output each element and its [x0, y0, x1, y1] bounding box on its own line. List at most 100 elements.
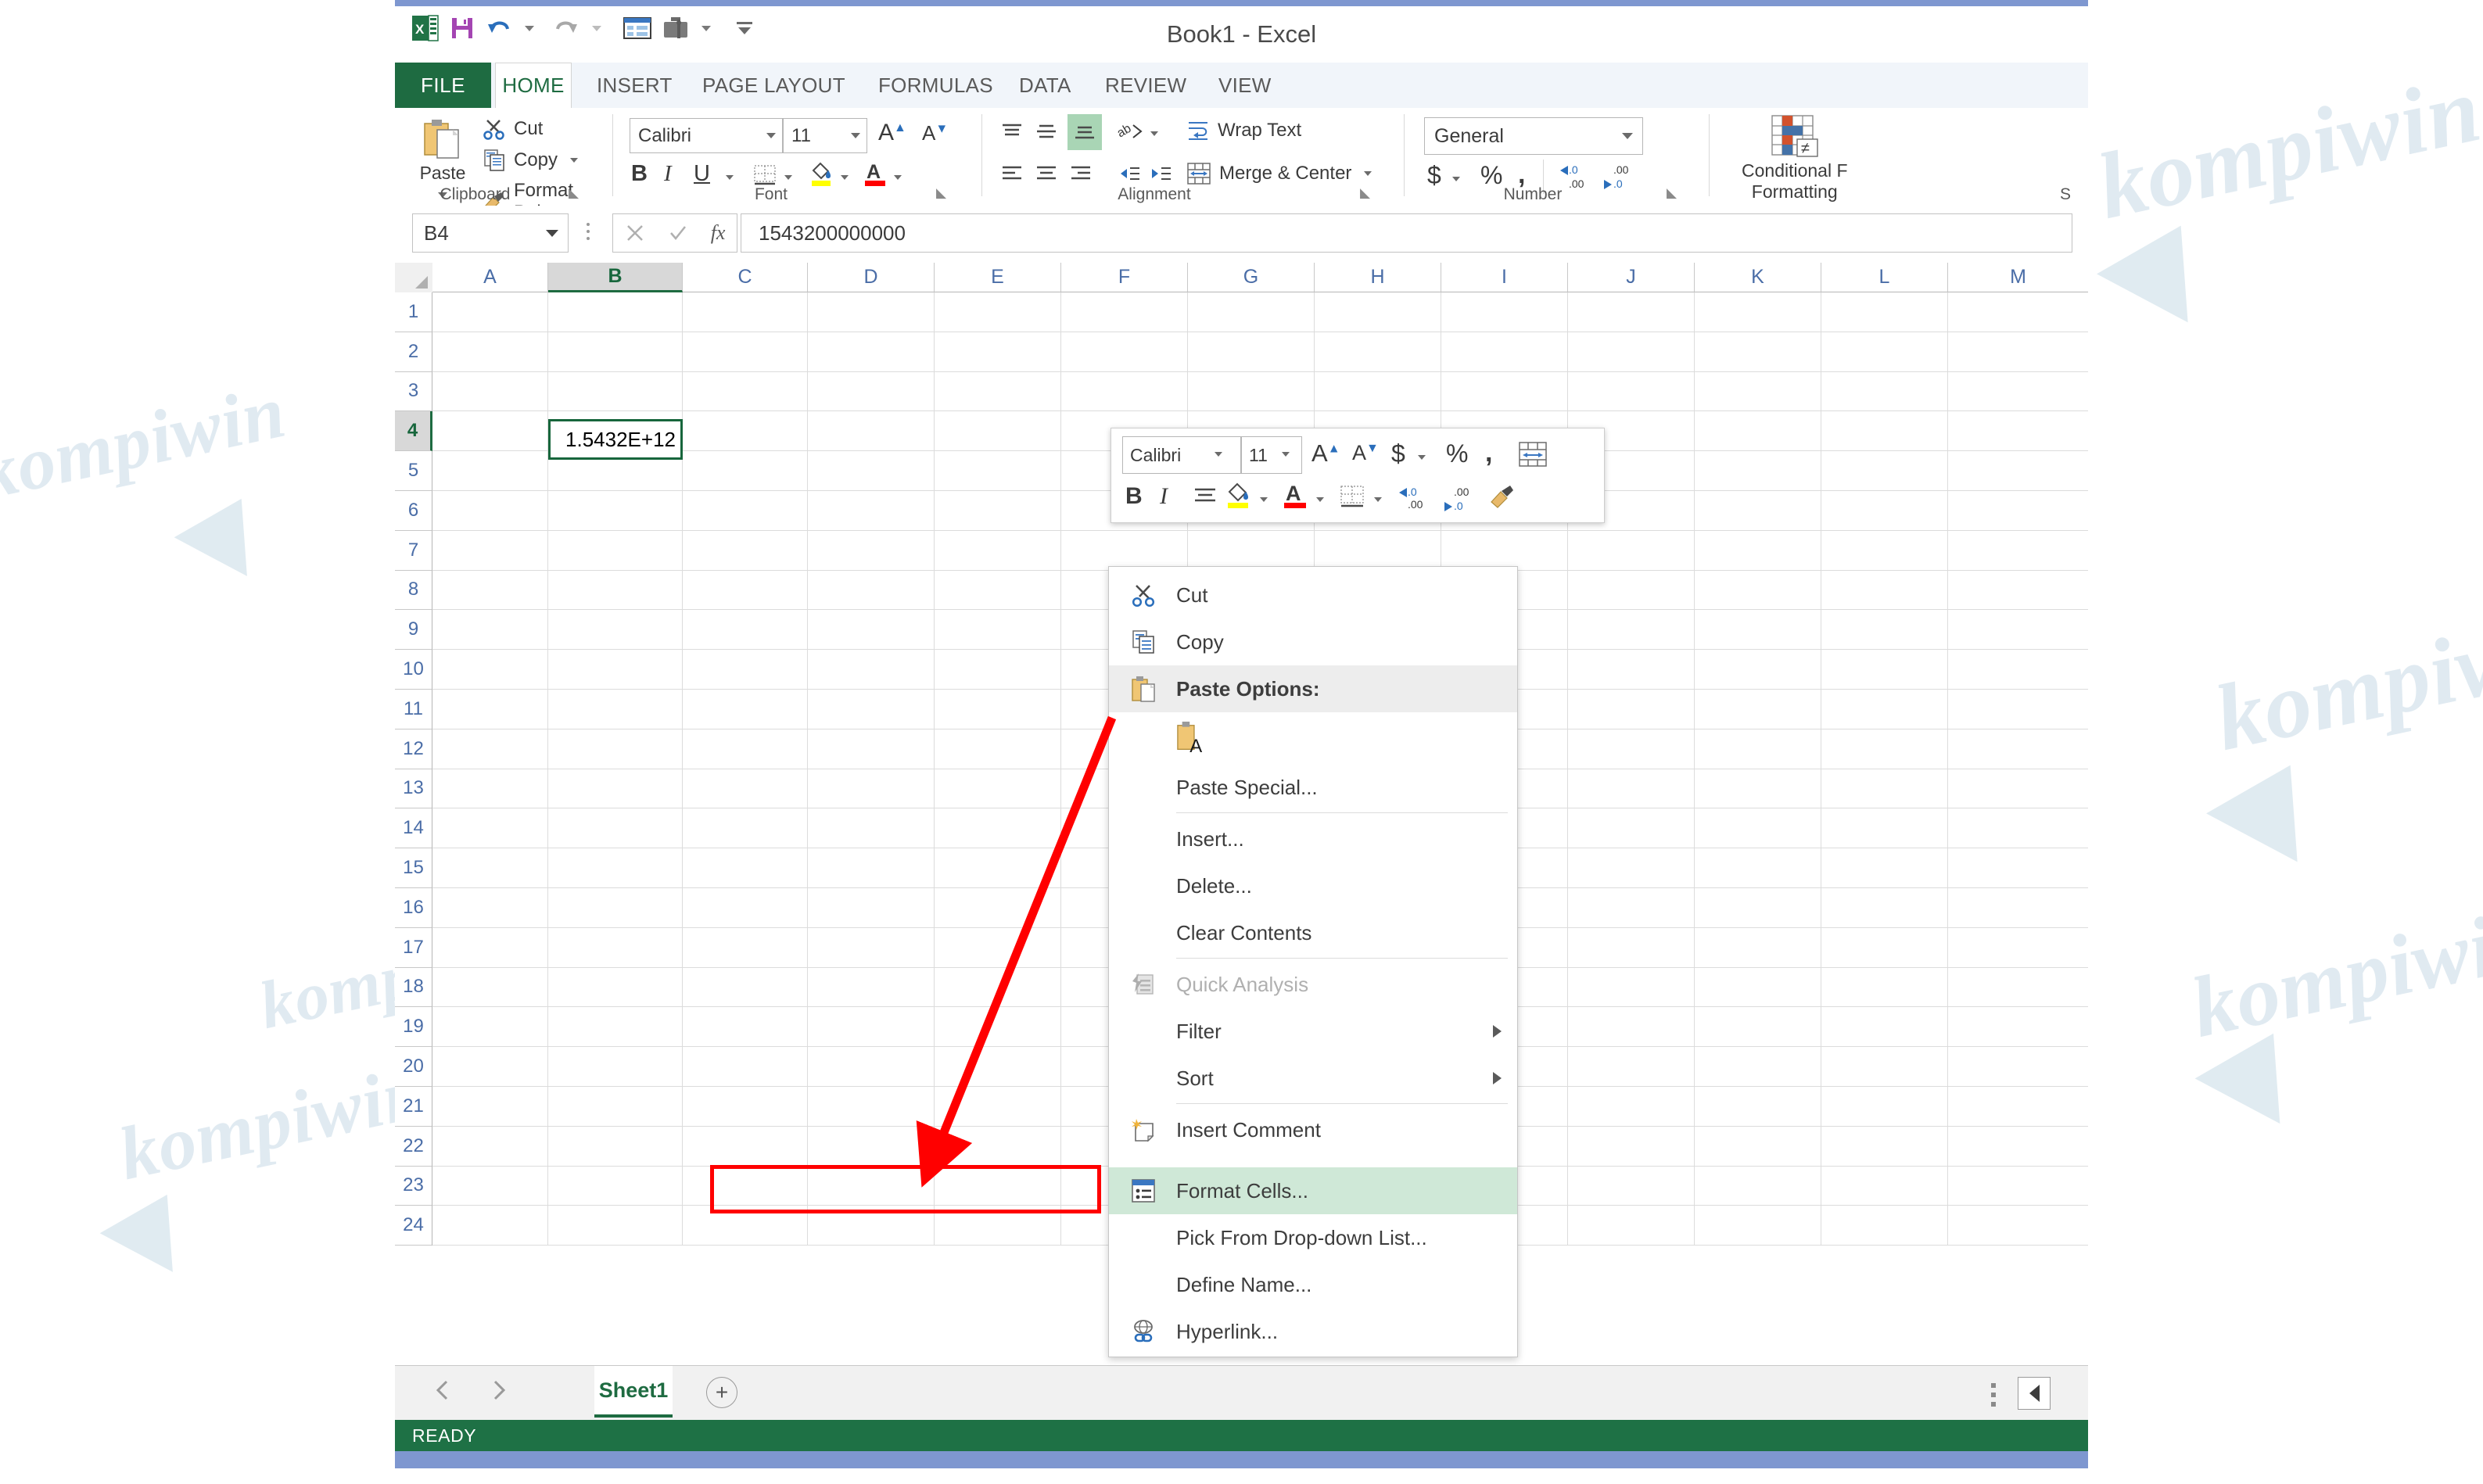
mini-percent-button[interactable]: %: [1446, 439, 1468, 468]
mini-comma-button[interactable]: ,: [1485, 438, 1492, 468]
grid-cell-J3[interactable]: [1568, 371, 1695, 412]
grid-cell-B21[interactable]: [548, 1087, 683, 1127]
mini-bold-button[interactable]: B: [1125, 483, 1143, 510]
decrease-font-size-button[interactable]: A▼: [922, 121, 948, 145]
grid-cell-K10[interactable]: [1695, 650, 1821, 690]
row-header-15[interactable]: 15: [395, 848, 432, 888]
grid-cell-E22[interactable]: [935, 1126, 1061, 1167]
grid-cell-D6[interactable]: [808, 491, 935, 531]
grid-cell-J11[interactable]: [1568, 690, 1695, 729]
grid-cell-F3[interactable]: [1061, 371, 1188, 412]
grid-cell-D7[interactable]: [808, 530, 935, 571]
grid-cell-E21[interactable]: [935, 1087, 1061, 1127]
grid-cell-D9[interactable]: [808, 610, 935, 651]
column-header-K[interactable]: K: [1695, 263, 1821, 292]
grid-cell-J7[interactable]: [1568, 530, 1695, 571]
mini-increase-font-size-button[interactable]: A▲: [1311, 439, 1340, 468]
grid-cell-M3[interactable]: [1948, 371, 2088, 412]
grid-cell-C17[interactable]: [683, 927, 808, 968]
row-header-8[interactable]: 8: [395, 570, 432, 611]
grid-cell-I3[interactable]: [1441, 371, 1568, 412]
column-header-D[interactable]: D: [808, 263, 935, 292]
context-menu-item-delete[interactable]: Delete...: [1109, 862, 1517, 909]
grid-cell-C13[interactable]: [683, 769, 808, 809]
italic-button[interactable]: I: [664, 161, 672, 187]
align-bottom-button[interactable]: [1067, 114, 1102, 150]
grid-cell-J8[interactable]: [1568, 570, 1695, 611]
grid-cell-E19[interactable]: [935, 1007, 1061, 1048]
grid-cell-M1[interactable]: [1948, 292, 2088, 332]
grid-cell-L21[interactable]: [1821, 1087, 1948, 1127]
grid-cell-F1[interactable]: [1061, 292, 1188, 332]
grid-cell-J24[interactable]: [1568, 1206, 1695, 1246]
grid-cell-K24[interactable]: [1695, 1206, 1821, 1246]
grid-cell-A17[interactable]: [432, 927, 548, 968]
grid-cell-L23[interactable]: [1821, 1166, 1948, 1206]
grid-cell-J18[interactable]: [1568, 967, 1695, 1008]
column-header-J[interactable]: J: [1568, 263, 1695, 292]
grid-cell-L17[interactable]: [1821, 927, 1948, 968]
active-cell-B4[interactable]: 1.5432E+12: [548, 419, 683, 460]
grid-cell-D21[interactable]: [808, 1087, 935, 1127]
grid-cell-E6[interactable]: [935, 491, 1061, 531]
grid-cell-C18[interactable]: [683, 967, 808, 1008]
grid-cell-K9[interactable]: [1695, 610, 1821, 651]
right-arrow-icon[interactable]: [490, 1378, 508, 1402]
grid-cell-E18[interactable]: [935, 967, 1061, 1008]
grid-cell-C8[interactable]: [683, 570, 808, 611]
grid-cell-E24[interactable]: [935, 1206, 1061, 1246]
merge-center-button[interactable]: Merge & Center: [1186, 161, 1372, 186]
grid-cell-L1[interactable]: [1821, 292, 1948, 332]
grid-cell-C24[interactable]: [683, 1206, 808, 1246]
grid-cell-A15[interactable]: [432, 848, 548, 888]
grid-cell-C16[interactable]: [683, 888, 808, 928]
row-header-18[interactable]: 18: [395, 967, 432, 1008]
grid-cell-L13[interactable]: [1821, 769, 1948, 809]
grid-cell-D15[interactable]: [808, 848, 935, 888]
grid-cell-I7[interactable]: [1441, 530, 1568, 571]
currency-dropdown-icon[interactable]: [1452, 177, 1460, 181]
grid-cell-A5[interactable]: [432, 451, 548, 491]
grid-cell-E23[interactable]: [935, 1166, 1061, 1206]
row-header-17[interactable]: 17: [395, 927, 432, 968]
grid-cell-C23[interactable]: [683, 1166, 808, 1206]
mini-decrease-font-size-button[interactable]: A▼: [1352, 441, 1379, 465]
context-menu-paste-gallery[interactable]: A: [1109, 712, 1517, 764]
grid-cell-D5[interactable]: [808, 451, 935, 491]
number-dialog-launcher[interactable]: ◣: [1667, 185, 1677, 201]
font-size-combo[interactable]: 11: [783, 118, 867, 153]
grid-cell-J12[interactable]: [1568, 729, 1695, 769]
column-header-B[interactable]: B: [548, 263, 683, 292]
row-header-4[interactable]: 4: [395, 411, 432, 452]
grid-cell-B18[interactable]: [548, 967, 683, 1008]
grid-cell-B16[interactable]: [548, 888, 683, 928]
grid-cell-H7[interactable]: [1315, 530, 1441, 571]
grid-cell-E7[interactable]: [935, 530, 1061, 571]
grid-cell-B3[interactable]: [548, 371, 683, 412]
insert-function-icon[interactable]: fx: [711, 221, 726, 245]
font-family-combo[interactable]: Calibri: [630, 118, 783, 153]
grid-cell-M24[interactable]: [1948, 1206, 2088, 1246]
column-header-L[interactable]: L: [1821, 263, 1948, 292]
grid-cell-E9[interactable]: [935, 610, 1061, 651]
wrap-text-button[interactable]: Wrap Text: [1186, 119, 1301, 142]
grid-cell-K11[interactable]: [1695, 690, 1821, 729]
grid-cell-I2[interactable]: [1441, 332, 1568, 372]
grid-cell-K5[interactable]: [1695, 451, 1821, 491]
mini-font-color-dropdown-icon[interactable]: [1316, 497, 1324, 502]
grid-cell-E2[interactable]: [935, 332, 1061, 372]
grid-cell-D13[interactable]: [808, 769, 935, 809]
grid-cell-F7[interactable]: [1061, 530, 1188, 571]
grid-cell-L14[interactable]: [1821, 808, 1948, 849]
number-format-combo[interactable]: General: [1424, 117, 1643, 155]
context-menu-item-cut[interactable]: Cut: [1109, 572, 1517, 618]
grid-cell-M9[interactable]: [1948, 610, 2088, 651]
row-header-10[interactable]: 10: [395, 650, 432, 690]
grid-cell-B10[interactable]: [548, 650, 683, 690]
row-header-12[interactable]: 12: [395, 729, 432, 769]
grid-cell-B8[interactable]: [548, 570, 683, 611]
row-header-14[interactable]: 14: [395, 808, 432, 849]
conditional-formatting-button[interactable]: ≠ Conditional F Formatting: [1742, 114, 1848, 203]
grid-cell-C9[interactable]: [683, 610, 808, 651]
grid-cell-M14[interactable]: [1948, 808, 2088, 849]
